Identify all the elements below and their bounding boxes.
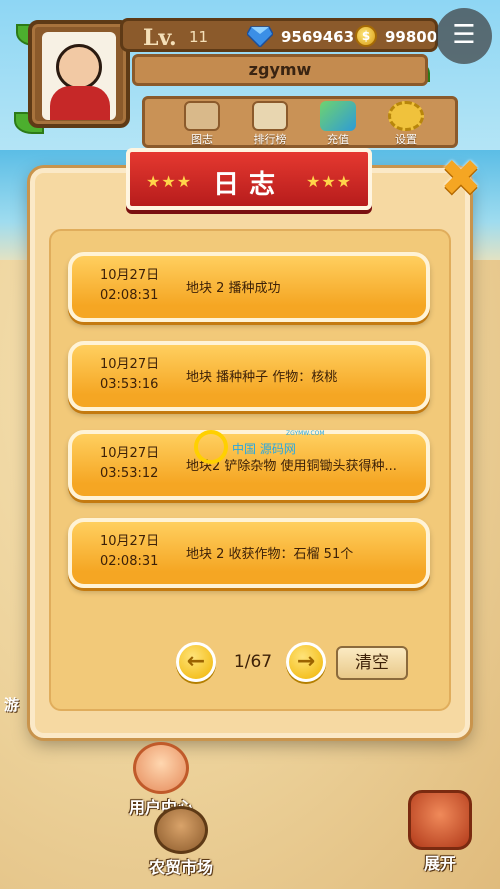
log-datetime: 10月27日 03:53:12 <box>100 444 159 484</box>
log-entry: 10月27日 02:08:31 地块 2 收获作物：石榴 51个 <box>68 518 430 588</box>
log-date: 10月27日 <box>100 446 160 461</box>
house-icon <box>408 790 472 850</box>
clear-button[interactable]: 清空 <box>336 646 408 680</box>
coin-icon: $ <box>355 25 377 47</box>
menu-item-settings[interactable]: 设置 <box>377 101 435 147</box>
log-entry: 10月27日 03:53:12 地块2 铲除杂物 使用铜锄头获得种... <box>68 430 430 500</box>
log-text: 地块 2 播种成功 <box>186 281 281 296</box>
side-game-label[interactable]: 游 <box>4 694 19 715</box>
log-time: 03:53:12 <box>100 466 159 481</box>
username-plank: zgymw <box>132 54 428 86</box>
log-text: 地块 2 收获作物：石榴 51个 <box>186 547 354 562</box>
avatar <box>42 32 116 120</box>
prev-page-button[interactable]: ← <box>176 642 216 682</box>
market-label: 农贸市场 <box>148 858 213 877</box>
market-button[interactable]: 农贸市场 <box>136 806 226 878</box>
profile-avatar-frame[interactable] <box>28 20 130 128</box>
star-icon: ★★★ <box>305 172 352 191</box>
menu-label: 设置 <box>395 133 417 146</box>
menu-label: 排行榜 <box>253 133 287 146</box>
menu-item-guide[interactable]: 图志 <box>173 101 231 147</box>
hamburger-menu-icon[interactable]: ☰ <box>436 8 492 64</box>
expand-label: 展开 <box>423 854 456 873</box>
menu-label: 图志 <box>191 133 213 146</box>
log-entry: 10月27日 03:53:16 地块 播种种子 作物：核桃 <box>68 341 430 411</box>
menu-item-recharge[interactable]: 充值 <box>309 101 367 147</box>
avatar-face <box>56 44 102 90</box>
dialog-title-banner: ★★★ 日志 ★★★ <box>126 148 372 210</box>
close-icon[interactable]: ✖ <box>438 153 484 203</box>
menu-item-ranking[interactable]: 排行榜 <box>241 101 299 147</box>
log-datetime: 10月27日 02:08:31 <box>100 266 159 306</box>
log-time: 03:53:16 <box>100 377 159 392</box>
log-entry: 10月27日 02:08:31 地块 2 播种成功 <box>68 252 430 322</box>
username: zgymw <box>248 60 312 79</box>
gem-count: 9569463 <box>281 28 355 46</box>
log-date: 10月27日 <box>100 534 160 549</box>
log-datetime: 10月27日 02:08:31 <box>100 532 159 572</box>
crystal-icon <box>320 101 356 131</box>
stats-bar: Lv. 11 9569463 $ 99800 <box>120 18 438 52</box>
next-page-button[interactable]: → <box>286 642 326 682</box>
avatar-body <box>50 86 110 120</box>
coin-count: 99800 <box>385 28 438 46</box>
gem-icon <box>247 26 273 47</box>
page-indicator: 1/67 <box>233 652 273 672</box>
log-date: 10月27日 <box>100 357 160 372</box>
log-text: 地块2 铲除杂物 使用铜锄头获得种... <box>186 459 397 474</box>
ranking-icon <box>252 101 288 131</box>
level-label: Lv. <box>143 25 177 51</box>
log-text: 地块 播种种子 作物：核桃 <box>186 370 338 385</box>
gear-icon <box>388 101 424 131</box>
top-menu: 图志 排行榜 充值 设置 <box>142 96 458 148</box>
log-datetime: 10月27日 03:53:16 <box>100 355 159 395</box>
book-icon <box>184 101 220 131</box>
log-date: 10月27日 <box>100 268 160 283</box>
user-couple-icon <box>133 742 189 794</box>
level-value: 11 <box>189 28 209 46</box>
expand-button[interactable]: 展开 <box>402 790 478 874</box>
market-cart-icon <box>154 806 208 854</box>
menu-label: 充值 <box>327 133 349 146</box>
log-time: 02:08:31 <box>100 554 159 569</box>
log-time: 02:08:31 <box>100 288 159 303</box>
